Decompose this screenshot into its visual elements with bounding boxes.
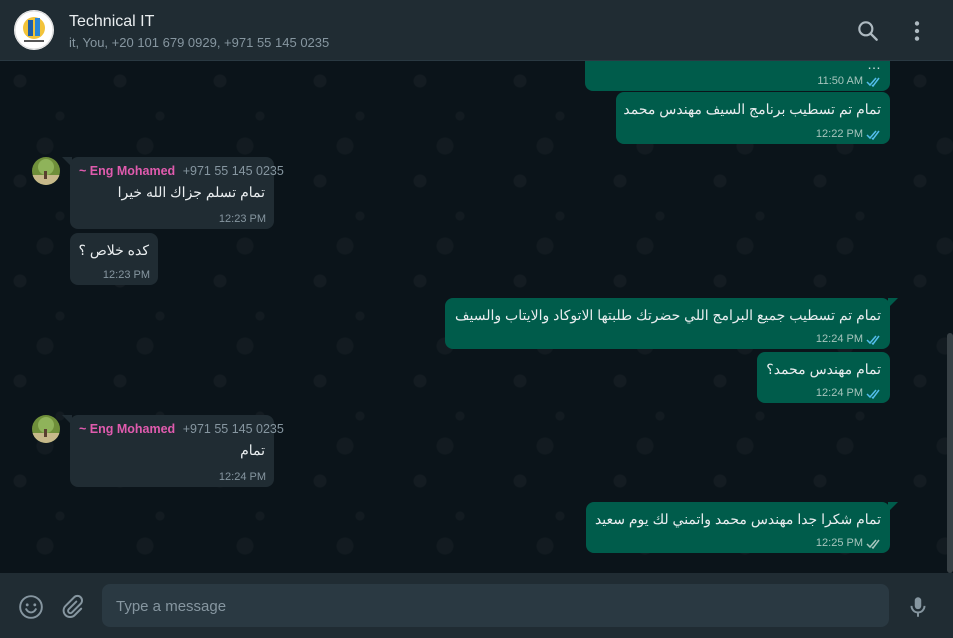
- message-text: …: [867, 61, 881, 72]
- message-incoming[interactable]: ~ Eng Mohamed +971 55 145 0235 تمام 12:2…: [62, 415, 284, 487]
- message-text: تمام مهندس محمد؟: [766, 361, 881, 377]
- message-input-box[interactable]: [102, 584, 889, 629]
- message-meta: 12:25 PM: [816, 537, 882, 549]
- message-text: تمام تسلم جزاك الله خيرا: [117, 184, 265, 200]
- avatar-photo-icon: [32, 157, 60, 185]
- message-text: كده خلاص ؟: [78, 242, 150, 258]
- message-text: تمام: [240, 442, 265, 458]
- chat-header[interactable]: Technical IT it, You, +20 101 679 0929, …: [0, 0, 953, 61]
- search-button[interactable]: [855, 18, 881, 44]
- message-outgoing[interactable]: تمام شكرا جدا مهندس محمد واتمني لك يوم س…: [586, 502, 898, 553]
- emoji-icon: [19, 595, 43, 619]
- message-meta: 11:50 AM: [817, 75, 882, 87]
- sender-phone: +971 55 145 0235: [182, 422, 284, 436]
- chat-messages-area[interactable]: … 11:50 AM تمام تم تسطيب برنامج السيف مه…: [0, 61, 953, 573]
- sender-avatar[interactable]: [32, 157, 60, 185]
- message-outgoing[interactable]: … 11:50 AM: [585, 61, 890, 91]
- voice-message-button[interactable]: [905, 594, 931, 620]
- message-meta: 12:23 PM: [219, 213, 266, 225]
- message-time: 12:23 PM: [102, 269, 150, 281]
- chat-participants[interactable]: it, You, +20 101 679 0929, +971 55 145 0…: [69, 35, 329, 50]
- message-text: تمام تم تسطيب جميع البرامج اللي حضرتك طل…: [455, 307, 881, 323]
- message-sender[interactable]: ~ Eng Mohamed +971 55 145 0235: [79, 421, 284, 437]
- sender-name[interactable]: ~ Eng Mohamed: [79, 164, 175, 178]
- message-incoming[interactable]: كده خلاص ؟ 12:23 PM: [70, 233, 158, 285]
- message-meta: 12:22 PM: [816, 128, 882, 140]
- message-sender[interactable]: ~ Eng Mohamed +971 55 145 0235: [79, 163, 284, 179]
- double-check-read-icon: [866, 130, 880, 140]
- message-time: 12:22 PM: [815, 128, 863, 140]
- chat-scrollbar[interactable]: [947, 333, 953, 573]
- search-icon: [858, 21, 878, 41]
- message-input[interactable]: [114, 584, 878, 629]
- avatar-photo-icon: [32, 415, 60, 443]
- sender-phone: +971 55 145 0235: [182, 164, 284, 178]
- menu-button[interactable]: [904, 18, 930, 44]
- message-time: 12:25 PM: [815, 537, 863, 549]
- message-time: 12:24 PM: [815, 333, 863, 345]
- message-text: تمام تم تسطيب برنامج السيف مهندس محمد: [623, 101, 881, 117]
- message-text: تمام شكرا جدا مهندس محمد واتمني لك يوم س…: [594, 511, 881, 527]
- message-outgoing[interactable]: تمام تم تسطيب جميع البرامج اللي حضرتك طل…: [445, 298, 898, 349]
- double-check-read-icon: [866, 77, 880, 87]
- message-composer: [0, 573, 953, 638]
- message-time: 12:23 PM: [218, 213, 266, 225]
- message-outgoing[interactable]: تمام مهندس محمد؟ 12:24 PM: [757, 352, 890, 403]
- message-time: 11:50 AM: [817, 75, 863, 87]
- microphone-icon: [910, 597, 926, 617]
- sender-avatar[interactable]: [32, 415, 60, 443]
- double-check-read-icon: [866, 335, 880, 345]
- paperclip-icon: [62, 594, 83, 618]
- emoji-button[interactable]: [18, 594, 44, 620]
- kebab-menu-icon: [914, 21, 920, 41]
- message-meta: 12:24 PM: [816, 333, 882, 345]
- message-time: 12:24 PM: [218, 471, 266, 483]
- message-time: 12:24 PM: [815, 387, 863, 399]
- message-meta: 12:24 PM: [219, 471, 266, 483]
- double-check-delivered-icon: [866, 539, 880, 549]
- attach-button[interactable]: [59, 594, 85, 620]
- message-outgoing[interactable]: تمام تم تسطيب برنامج السيف مهندس محمد 12…: [616, 92, 890, 144]
- message-meta: 12:23 PM: [103, 269, 150, 281]
- sender-name[interactable]: ~ Eng Mohamed: [79, 422, 175, 436]
- double-check-read-icon: [866, 389, 880, 399]
- group-avatar[interactable]: [14, 10, 54, 50]
- group-logo-icon: [14, 10, 54, 50]
- message-meta: 12:24 PM: [816, 387, 882, 399]
- message-incoming[interactable]: ~ Eng Mohamed +971 55 145 0235 تمام تسلم…: [62, 157, 284, 229]
- chat-title[interactable]: Technical IT: [69, 13, 154, 31]
